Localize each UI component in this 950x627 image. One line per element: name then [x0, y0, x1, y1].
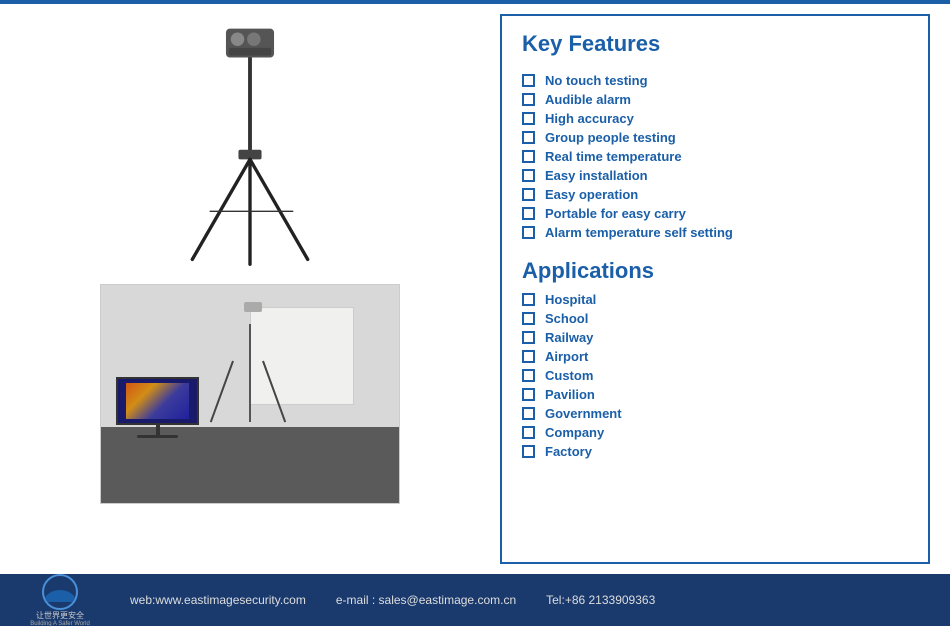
app-checkbox: [522, 312, 535, 325]
app-text: Factory: [545, 444, 592, 459]
feature-item: Audible alarm: [522, 92, 908, 107]
tripod-svg: [150, 19, 350, 269]
logo-text-cn: 让世界更安全: [36, 610, 84, 621]
app-text: Pavilion: [545, 387, 595, 402]
app-checkbox: [522, 407, 535, 420]
feature-item: Group people testing: [522, 130, 908, 145]
product-image-room: [100, 284, 400, 504]
feature-checkbox: [522, 112, 535, 125]
feature-checkbox: [522, 188, 535, 201]
room-floor: [101, 427, 399, 503]
footer-email-label: e-mail :: [336, 593, 375, 607]
app-item: Pavilion: [522, 387, 908, 402]
features-list: No touch testing Audible alarm High accura…: [522, 73, 908, 240]
app-item: School: [522, 311, 908, 326]
feature-text: High accuracy: [545, 111, 634, 126]
footer-tel: Tel:+86 2133909363: [546, 593, 655, 607]
feature-item: Easy operation: [522, 187, 908, 202]
footer-email: e-mail : sales@eastimage.com.cn: [336, 593, 516, 607]
feature-text: Portable for easy carry: [545, 206, 686, 221]
feature-text: Group people testing: [545, 130, 676, 145]
feature-item: High accuracy: [522, 111, 908, 126]
app-item: Factory: [522, 444, 908, 459]
right-panel: Key Features No touch testing Audible ala…: [500, 14, 930, 564]
camera-device: [244, 302, 262, 312]
app-item: Custom: [522, 368, 908, 383]
app-text: Hospital: [545, 292, 596, 307]
monitor-base: [137, 435, 179, 438]
feature-checkbox: [522, 169, 535, 182]
monitor-screen-inner: [126, 383, 190, 419]
feature-checkbox: [522, 131, 535, 144]
feature-item: Portable for easy carry: [522, 206, 908, 221]
app-text: Company: [545, 425, 604, 440]
feature-item: Real time temperature: [522, 149, 908, 164]
app-text: School: [545, 311, 588, 326]
applications-list: Hospital School Railway Airport Custom Pavili…: [522, 292, 908, 459]
app-checkbox: [522, 293, 535, 306]
app-text: Government: [545, 406, 622, 421]
applications-title: Applications: [522, 258, 908, 284]
footer: 让世界更安全 Building A Safer World web:www.ea…: [0, 574, 950, 626]
app-checkbox: [522, 369, 535, 382]
feature-item: Alarm temperature self setting: [522, 225, 908, 240]
app-text: Railway: [545, 330, 593, 345]
feature-text: Real time temperature: [545, 149, 682, 164]
feature-checkbox: [522, 150, 535, 163]
product-image-tripod: [100, 14, 400, 274]
main-content: Key Features No touch testing Audible ala…: [0, 4, 950, 574]
feature-text: Alarm temperature self setting: [545, 225, 733, 240]
app-item: Government: [522, 406, 908, 421]
room-board: [250, 307, 354, 405]
app-checkbox: [522, 388, 535, 401]
tripod-stand: [249, 324, 251, 422]
feature-text: Audible alarm: [545, 92, 631, 107]
app-checkbox: [522, 350, 535, 363]
features-title: Key Features: [522, 31, 908, 57]
feature-text: No touch testing: [545, 73, 648, 88]
app-item: Company: [522, 425, 908, 440]
app-text: Custom: [545, 368, 593, 383]
feature-checkbox: [522, 207, 535, 220]
footer-website: web:www.eastimagesecurity.com: [130, 593, 306, 607]
footer-website-label: web:: [130, 593, 155, 607]
monitor-stand: [156, 425, 160, 434]
feature-item: Easy installation: [522, 168, 908, 183]
footer-logo: 让世界更安全 Building A Safer World: [20, 574, 100, 627]
app-item: Railway: [522, 330, 908, 345]
footer-tel-value: +86 2133909363: [565, 593, 655, 607]
app-item: Airport: [522, 349, 908, 364]
room-scene: [101, 285, 399, 503]
footer-tel-label: Tel:: [546, 593, 565, 607]
feature-checkbox: [522, 226, 535, 239]
applications-section: Applications Hospital School Railway Airpor…: [522, 258, 908, 459]
feature-checkbox: [522, 74, 535, 87]
monitor-screen: [116, 377, 199, 426]
footer-text: web:www.eastimagesecurity.com e-mail : s…: [130, 593, 655, 607]
logo-circle: [42, 574, 78, 610]
feature-checkbox: [522, 93, 535, 106]
feature-text: Easy operation: [545, 187, 638, 202]
app-checkbox: [522, 445, 535, 458]
logo-wave: [44, 590, 76, 602]
app-checkbox: [522, 426, 535, 439]
feature-text: Easy installation: [545, 168, 648, 183]
footer-email-value: sales@eastimage.com.cn: [379, 593, 517, 607]
app-checkbox: [522, 331, 535, 344]
feature-item: No touch testing: [522, 73, 908, 88]
left-panel: [20, 14, 480, 564]
monitor: [116, 377, 199, 438]
footer-website-value: www.eastimagesecurity.com: [155, 593, 306, 607]
app-item: Hospital: [522, 292, 908, 307]
app-text: Airport: [545, 349, 588, 364]
